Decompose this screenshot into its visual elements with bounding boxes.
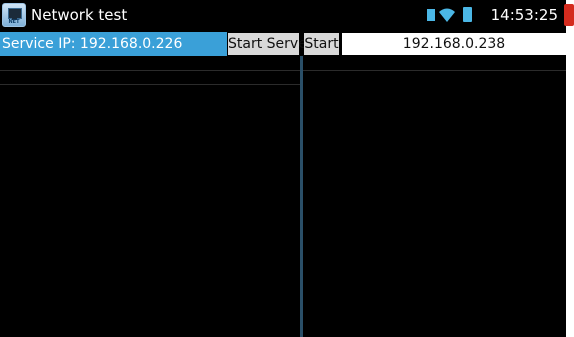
status-area: 14:53:25 (366, 6, 566, 26)
app-icon-text: NET (8, 19, 20, 25)
row-divider (0, 70, 300, 71)
battery-icon (463, 7, 472, 22)
title-bar: NET Network test 14:53:25 (0, 0, 566, 32)
start-button[interactable]: Start (304, 33, 339, 55)
service-ip-label: Service IP: 192.168.0.226 (0, 32, 227, 56)
row-divider (0, 84, 300, 85)
row-divider (303, 70, 566, 71)
start-server-button[interactable]: Start Server (228, 33, 313, 55)
sim-icon (427, 9, 435, 21)
app-title: Network test (31, 6, 128, 24)
wifi-icon (439, 8, 455, 22)
server-log-pane[interactable] (0, 56, 300, 337)
screen: NET Network test 14:53:25 Service IP: 19… (0, 0, 566, 337)
close-icon[interactable] (564, 4, 574, 26)
client-log-pane[interactable] (303, 56, 566, 337)
clock: 14:53:25 (490, 6, 558, 24)
toolbar: Service IP: 192.168.0.226 Start Server S… (0, 32, 566, 56)
target-ip-field[interactable]: 192.168.0.238 (342, 33, 566, 55)
network-test-app-icon: NET (2, 3, 26, 27)
